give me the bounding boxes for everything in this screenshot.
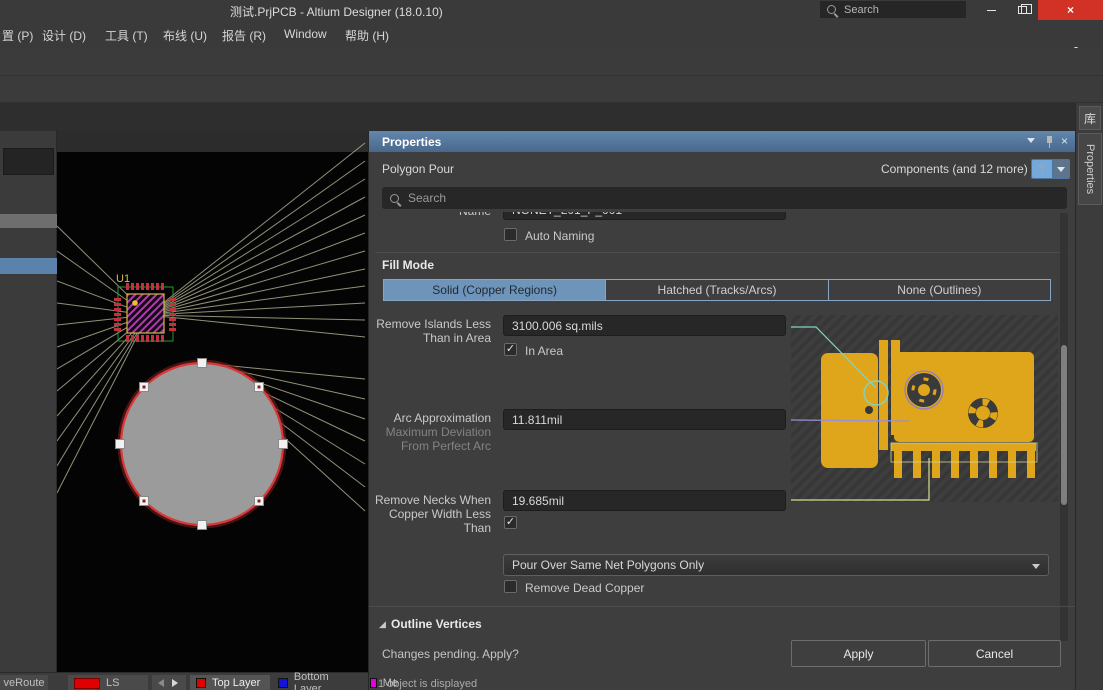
filter-scope-label: Components (and 12 more) (881, 162, 1027, 176)
minimize-icon (987, 10, 996, 11)
layer-color-bottom (278, 678, 288, 688)
fill-mode-solid-tab[interactable]: Solid (Copper Regions) (384, 280, 606, 300)
menu-help[interactable]: 帮助 (H) (345, 27, 389, 44)
window-title: 测试.PrjPCB - Altium Designer (18.0.10) (230, 3, 443, 20)
apply-button[interactable]: Apply (791, 640, 926, 667)
arc-approximation-label: Arc Approximation Maximum Deviation From… (369, 411, 491, 453)
scroll-right-icon[interactable] (172, 679, 178, 687)
library-panel-button[interactable]: 库 (1079, 106, 1101, 130)
component-body (127, 294, 164, 333)
remove-necks-checkbox[interactable]: ✓ (504, 516, 517, 529)
layer-color-mechanical (370, 678, 377, 688)
outline-vertices-section-label[interactable]: Outline Vertices (391, 617, 482, 631)
pcb-graphics: U1 (57, 131, 368, 672)
component-designator-label: U1 (116, 273, 130, 285)
pin1-marker (132, 300, 138, 306)
changes-pending-label: Changes pending. Apply? (382, 647, 519, 661)
search-icon (827, 5, 836, 14)
altium-designer-window: 测试.PrjPCB - Altium Designer (18.0.10) Se… (0, 0, 1103, 690)
layer-scroll-arrows[interactable] (152, 675, 186, 690)
layer-set-color-swatch (74, 678, 100, 689)
fill-mode-tabs: Solid (Copper Regions) Hatched (Tracks/A… (383, 279, 1051, 301)
title-bar: 测试.PrjPCB - Altium Designer (18.0.10) Se… (0, 0, 1103, 20)
remove-dead-copper-checkbox[interactable] (504, 580, 517, 593)
funnel-icon (1036, 163, 1047, 174)
restore-icon (1018, 6, 1027, 14)
filter-toolbar: ⇄ (All) × (0, 76, 1103, 103)
close-button[interactable]: × (1038, 0, 1103, 20)
left-panel-row[interactable] (0, 214, 57, 228)
name-input[interactable]: NONET_L01_P_001 (503, 212, 786, 220)
scrollbar-thumb[interactable] (1061, 345, 1067, 505)
remove-islands-label: Remove Islands Less Than in Area (369, 317, 491, 345)
minimize-button[interactable] (975, 0, 1007, 20)
search-placeholder: Search (408, 191, 446, 205)
panel-scrollbar[interactable] (1060, 213, 1068, 641)
search-placeholder: Search (844, 4, 879, 16)
activeroute-panel-tab[interactable]: veRoute (0, 675, 48, 690)
object-type-label: Polygon Pour (382, 162, 454, 176)
close-icon: × (1067, 3, 1074, 17)
caret-down-icon (1032, 564, 1040, 569)
layer-tab-top[interactable]: Top Layer (190, 675, 270, 690)
menu-tools[interactable]: 工具 (T) (105, 27, 148, 44)
menu-design[interactable]: 设计 (D) (42, 27, 86, 44)
panel-title: Properties (382, 135, 441, 149)
menu-bar: 置 (P) 设计 (D) 工具 (T) 布线 (U) 报告 (R) Window… (0, 20, 1103, 48)
object-filter-button[interactable] (1031, 159, 1053, 179)
restore-button[interactable] (1007, 0, 1038, 20)
menu-place[interactable]: 置 (P) (2, 27, 33, 44)
panel-menu-caret-icon[interactable] (1027, 138, 1035, 143)
menu-reports[interactable]: 报告 (R) (222, 27, 266, 44)
properties-panel: Properties × Polygon Pour Components (an… (368, 131, 1075, 690)
bottom-layer-bar: veRoute LS Top Layer Bottom Layer Me (0, 672, 368, 690)
name-row-clipped: Name NONET_L01_P_001 (369, 212, 1059, 222)
layer-set-chip[interactable]: LS (68, 675, 148, 690)
fill-mode-none-tab[interactable]: None (Outlines) (829, 280, 1050, 300)
arc-approximation-input[interactable]: 11.811mil (503, 409, 786, 430)
left-dock-panel (0, 131, 57, 672)
layer-color-top (196, 678, 206, 688)
auto-naming-label: Auto Naming (525, 229, 594, 243)
object-filter-caret[interactable] (1053, 159, 1070, 179)
remove-islands-input[interactable]: 3100.006 sq.mils (503, 315, 786, 336)
fill-mode-preview (791, 315, 1058, 502)
panel-close-icon[interactable]: × (1061, 136, 1068, 146)
layer-tab-mechanical[interactable]: Me (364, 675, 404, 690)
right-dock-strip: 库 Properties (1075, 103, 1103, 690)
pour-over-dropdown[interactable]: Pour Over Same Net Polygons Only (503, 554, 1049, 576)
left-panel-row-selected[interactable] (0, 258, 57, 274)
cancel-button[interactable]: Cancel (928, 640, 1061, 667)
search-icon (390, 194, 399, 203)
left-panel-field[interactable] (3, 148, 54, 175)
scroll-left-icon[interactable] (158, 679, 164, 687)
global-search-input[interactable]: Search (820, 1, 966, 18)
document-tab-strip: × 测试.SchDoc * 测试.PcbDoc * (0, 103, 1103, 131)
menu-window[interactable]: Window (284, 27, 327, 41)
main-toolbar: + × ↶ ↷ Altium Standard 2D A (0, 48, 1103, 76)
in-area-checkbox[interactable]: ✓ (504, 343, 517, 356)
pcb-canvas[interactable]: U1 (57, 131, 368, 672)
fill-mode-hatched-tab[interactable]: Hatched (Tracks/Arcs) (606, 280, 828, 300)
auto-naming-checkbox[interactable] (504, 228, 517, 241)
properties-vertical-tab[interactable]: Properties (1078, 133, 1102, 205)
remove-necks-label: Remove Necks When Copper Width Less Than (369, 493, 491, 535)
layer-tab-bottom[interactable]: Bottom Layer (272, 675, 364, 690)
properties-panel-header[interactable]: Properties (369, 131, 1076, 152)
caret-down-icon (1057, 167, 1065, 172)
remove-necks-input[interactable]: 19.685mil (503, 490, 786, 511)
menu-route[interactable]: 布线 (U) (163, 27, 207, 44)
name-label: Name (429, 212, 491, 218)
remove-dead-copper-label: Remove Dead Copper (525, 581, 644, 595)
preview-graphics (791, 315, 1058, 502)
section-collapse-icon[interactable]: ◢ (379, 619, 386, 630)
properties-search-input[interactable]: Search (382, 187, 1067, 209)
fill-mode-section-label: Fill Mode (382, 258, 434, 272)
in-area-label: In Area (525, 344, 563, 358)
